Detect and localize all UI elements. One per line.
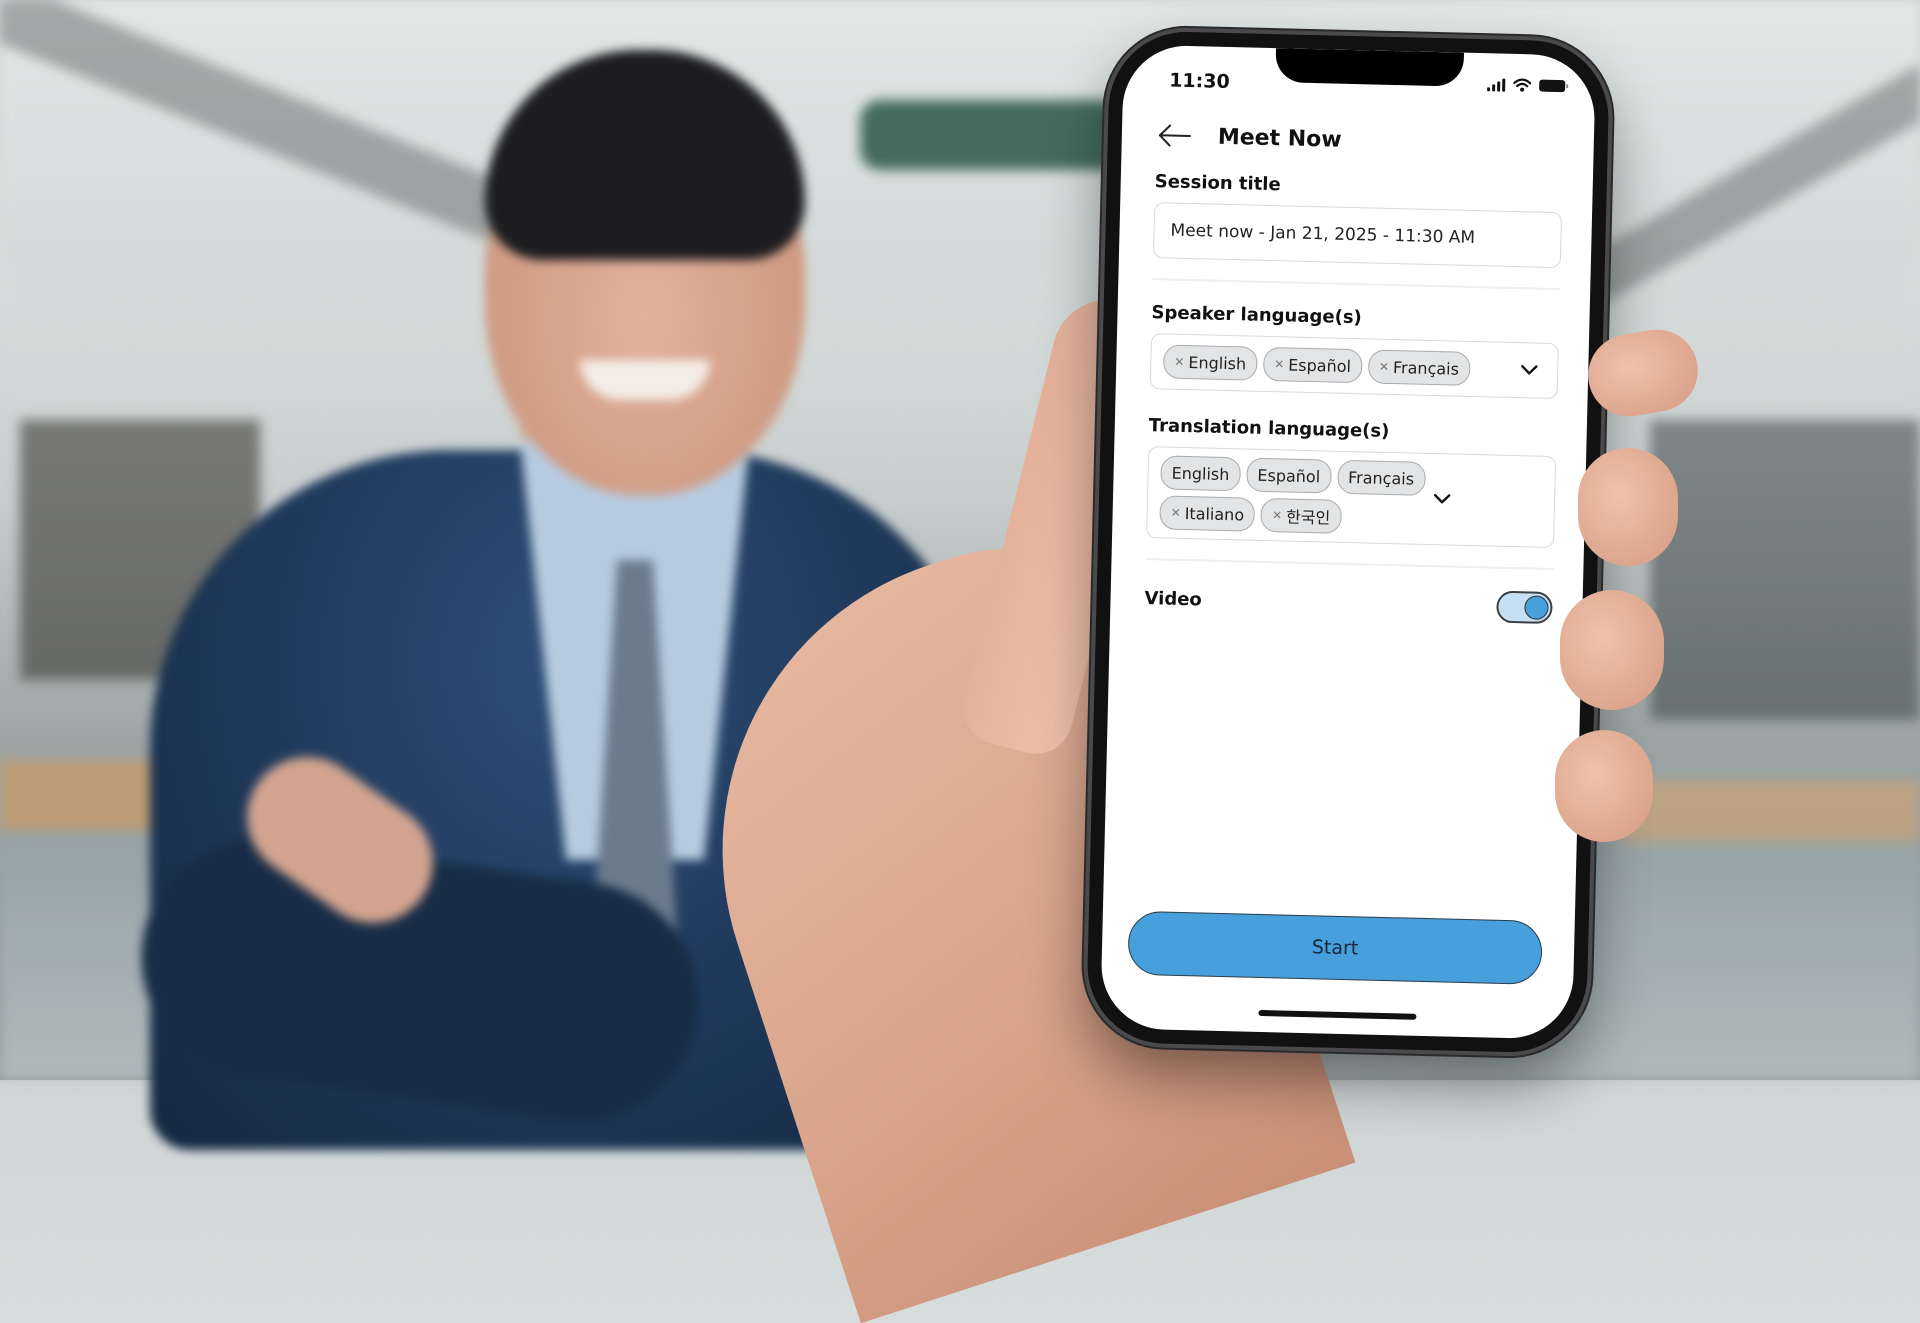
chip-label: Español (1287, 354, 1352, 376)
page-title: Meet Now (1217, 124, 1342, 153)
remove-icon[interactable]: ✕ (1170, 506, 1180, 520)
smile (580, 360, 710, 400)
back-button[interactable] (1158, 120, 1199, 151)
speaker-languages-select[interactable]: ✕ English ✕ Español ✕ Français (1149, 333, 1559, 400)
translation-language-chips: English Español Français ✕ Italiano ✕ 한국인 (1159, 455, 1431, 536)
chevron-down-icon (1521, 365, 1538, 375)
battery-icon (1539, 79, 1566, 93)
speaker-dropdown-toggle[interactable] (1517, 364, 1541, 377)
video-toggle[interactable] (1496, 590, 1553, 625)
businessman (0, 0, 1920, 1150)
speaker-chip-espanol[interactable]: ✕ Español (1262, 346, 1363, 384)
remove-icon[interactable]: ✕ (1379, 360, 1389, 374)
toggle-knob (1524, 595, 1549, 620)
speaker-language-chips: ✕ English ✕ Español ✕ Français (1162, 344, 1518, 387)
status-icons (1487, 77, 1566, 93)
chip-label: English (1188, 352, 1247, 373)
translation-chip-english[interactable]: English (1160, 455, 1241, 492)
remove-icon[interactable]: ✕ (1174, 355, 1184, 369)
session-title-input[interactable]: Meet now - Jan 21, 2025 - 11:30 AM (1152, 202, 1563, 269)
chip-label: Español (1257, 465, 1321, 486)
session-title-label: Session title (1154, 171, 1281, 196)
video-row: Video (1144, 582, 1553, 625)
translation-languages-select[interactable]: English Español Français ✕ Italiano ✕ 한국인 (1146, 446, 1557, 549)
chip-label: Français (1392, 357, 1460, 379)
speaker-languages-label: Speaker language(s) (1151, 302, 1363, 329)
hair (485, 50, 805, 260)
remove-icon[interactable]: ✕ (1274, 357, 1284, 371)
status-bar: 11:30 (1123, 60, 1596, 102)
translation-dropdown-toggle[interactable] (1430, 493, 1454, 506)
session-title-value: Meet now - Jan 21, 2025 - 11:30 AM (1170, 220, 1476, 249)
remove-icon[interactable]: ✕ (1272, 508, 1282, 522)
arrow-left-icon (1158, 124, 1191, 147)
chevron-down-icon (1433, 493, 1451, 504)
chip-label: Italiano (1184, 503, 1245, 524)
speaker-chip-francais[interactable]: ✕ Français (1367, 349, 1471, 386)
translation-chip-espanol[interactable]: Español (1245, 457, 1332, 494)
status-time: 11:30 (1168, 69, 1230, 93)
divider (1145, 558, 1554, 571)
app-bar: Meet Now (1157, 115, 1564, 165)
phone-screen: 11:30 Meet Now Session title Meet now - … (1100, 44, 1596, 1040)
home-indicator (1258, 1009, 1417, 1020)
phone: 11:30 Meet Now Session title Meet now - … (1085, 30, 1611, 1054)
speaker-chip-english[interactable]: ✕ English (1162, 344, 1258, 381)
chip-label: Français (1347, 467, 1415, 489)
video-label: Video (1144, 587, 1203, 610)
translation-chip-italiano[interactable]: ✕ Italiano (1159, 495, 1256, 532)
meet-now-form: Session title Meet now - Jan 21, 2025 - … (1144, 171, 1563, 625)
divider (1152, 278, 1561, 291)
chip-label: English (1171, 463, 1230, 484)
chip-label: 한국인 (1285, 507, 1331, 528)
cellular-signal-icon (1487, 77, 1506, 92)
wifi-icon (1513, 78, 1532, 92)
translation-chip-francais[interactable]: Français (1336, 459, 1426, 496)
translation-chip-korean[interactable]: ✕ 한국인 (1260, 497, 1342, 534)
start-button[interactable]: Start (1127, 910, 1543, 985)
